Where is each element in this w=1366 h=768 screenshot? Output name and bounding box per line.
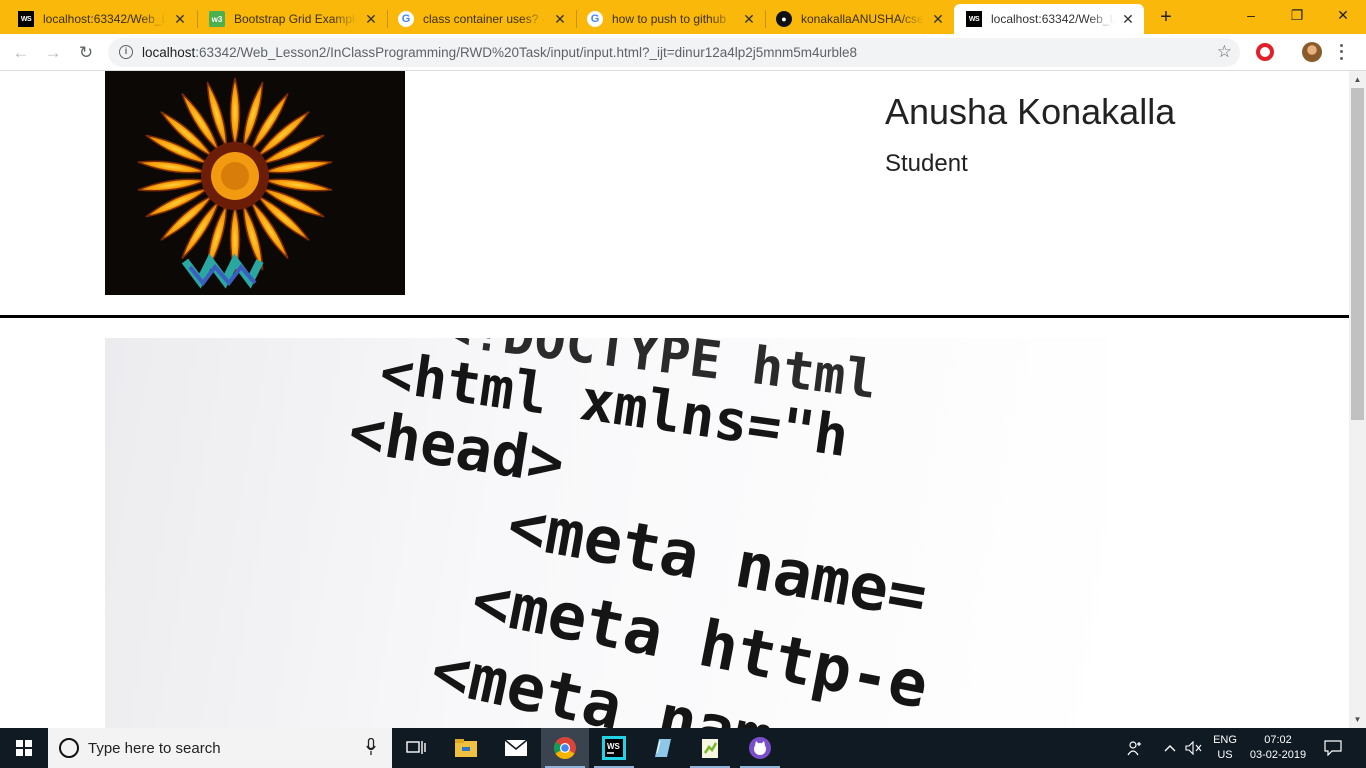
url-path: :63342/Web_Lesson2/InClassProgramming/RW… [195, 45, 858, 60]
close-icon[interactable]: ✕ [930, 11, 946, 28]
webstorm-icon: WS [966, 11, 982, 27]
tab-strip: WS localhost:63342/Web_Le ✕ w3 Bootstrap… [0, 0, 1366, 34]
chevron-up-icon[interactable] [1160, 728, 1180, 768]
windows-logo-icon [16, 740, 32, 756]
task-view-icon[interactable] [392, 728, 440, 768]
notepad-plus-icon[interactable] [686, 728, 734, 768]
horizontal-divider [0, 315, 1349, 318]
page-scrollbar[interactable]: ▲ ▼ [1349, 71, 1366, 728]
google-icon: G [587, 11, 603, 27]
start-button[interactable] [0, 728, 48, 768]
mail-icon[interactable] [492, 728, 540, 768]
browser-menu-icon[interactable] [1336, 42, 1346, 62]
site-info-icon[interactable]: i [119, 45, 133, 59]
browser-toolbar: ← → ↻ i localhost:63342/Web_Lesson2/InCl… [0, 34, 1366, 71]
notepad-icon[interactable] [638, 728, 686, 768]
close-icon[interactable]: ✕ [741, 11, 757, 28]
taskbar-search[interactable]: Type here to search [48, 728, 392, 768]
restore-button[interactable]: ❐ [1274, 0, 1320, 30]
app-icon[interactable] [736, 728, 784, 768]
bookmark-star-icon[interactable]: ☆ [1217, 42, 1232, 62]
tab-title: class container uses? - G [423, 12, 546, 26]
tab-title: konakallaANUSHA/csee [801, 12, 924, 26]
github-icon: ● [776, 11, 792, 27]
tab-title: localhost:63342/Web_Le [991, 12, 1114, 26]
close-icon[interactable]: ✕ [552, 11, 568, 28]
close-icon[interactable]: ✕ [1120, 11, 1136, 28]
w3schools-icon: w3 [209, 11, 225, 27]
tab-google-class-container[interactable]: G class container uses? - G ✕ [386, 4, 576, 34]
opera-extension-icon[interactable] [1256, 43, 1274, 61]
close-window-button[interactable]: ✕ [1320, 0, 1366, 30]
scroll-down-icon[interactable]: ▼ [1349, 711, 1366, 728]
chrome-icon[interactable] [541, 728, 589, 768]
back-button[interactable]: ← [9, 41, 33, 65]
volume-muted-icon[interactable] [1183, 728, 1205, 768]
input-language[interactable]: ENG US [1207, 733, 1243, 763]
profile-name: Anusha Konakalla [885, 91, 1176, 132]
banner-image: <!DOCTYPE html <html xmlns="h <head> <me… [105, 338, 1105, 728]
page-viewport: Anusha Konakalla Student <!DOCTYPE html … [0, 71, 1349, 728]
new-tab-button[interactable]: + [1156, 6, 1176, 29]
scrollbar-thumb[interactable] [1351, 88, 1364, 420]
close-icon[interactable]: ✕ [363, 11, 379, 28]
minimize-button[interactable]: – [1228, 0, 1274, 30]
tab-localhost-active[interactable]: WS localhost:63342/Web_Le ✕ [954, 4, 1144, 34]
tab-bootstrap-grid[interactable]: w3 Bootstrap Grid Example ✕ [197, 4, 387, 34]
microphone-icon[interactable] [366, 738, 376, 756]
svg-text:WS: WS [607, 742, 621, 751]
system-clock[interactable]: 07:02 03-02-2019 [1245, 733, 1311, 763]
tab-title: how to push to github [612, 12, 727, 26]
profile-image [105, 71, 405, 295]
webstorm-icon[interactable]: WS [590, 728, 638, 768]
reload-button[interactable]: ↻ [74, 41, 98, 65]
notification-icon[interactable] [1320, 728, 1346, 768]
tab-title: localhost:63342/Web_Le [43, 12, 166, 26]
address-url[interactable]: localhost:63342/Web_Lesson2/InClassProgr… [142, 45, 857, 60]
profile-role: Student [885, 150, 968, 177]
clock-time: 07:02 [1264, 734, 1292, 746]
google-icon: G [398, 11, 414, 27]
tab-title: Bootstrap Grid Example [234, 12, 357, 26]
forward-button[interactable]: → [41, 41, 65, 65]
tab-github-repo[interactable]: ● konakallaANUSHA/csee ✕ [764, 4, 954, 34]
cortana-icon [59, 738, 79, 758]
profile-avatar[interactable] [1302, 42, 1322, 62]
file-explorer-icon[interactable] [442, 728, 490, 768]
tab-google-push-github[interactable]: G how to push to github ✕ [575, 4, 765, 34]
windows-taskbar: Type here to search WS ENG US 07:02 03-0… [0, 728, 1366, 768]
lang-code: ENG [1213, 734, 1237, 746]
close-icon[interactable]: ✕ [172, 11, 188, 28]
scroll-up-icon[interactable]: ▲ [1349, 71, 1366, 88]
search-placeholder: Type here to search [88, 740, 221, 757]
webstorm-icon: WS [18, 11, 34, 27]
lang-region: US [1217, 749, 1233, 761]
clock-date: 03-02-2019 [1249, 749, 1307, 761]
address-bar[interactable]: i localhost:63342/Web_Lesson2/InClassPro… [108, 38, 1240, 67]
tab-localhost-1[interactable]: WS localhost:63342/Web_Le ✕ [6, 4, 196, 34]
url-host: localhost [142, 45, 196, 60]
flower-illustration [105, 71, 405, 295]
people-icon[interactable] [1124, 728, 1146, 768]
